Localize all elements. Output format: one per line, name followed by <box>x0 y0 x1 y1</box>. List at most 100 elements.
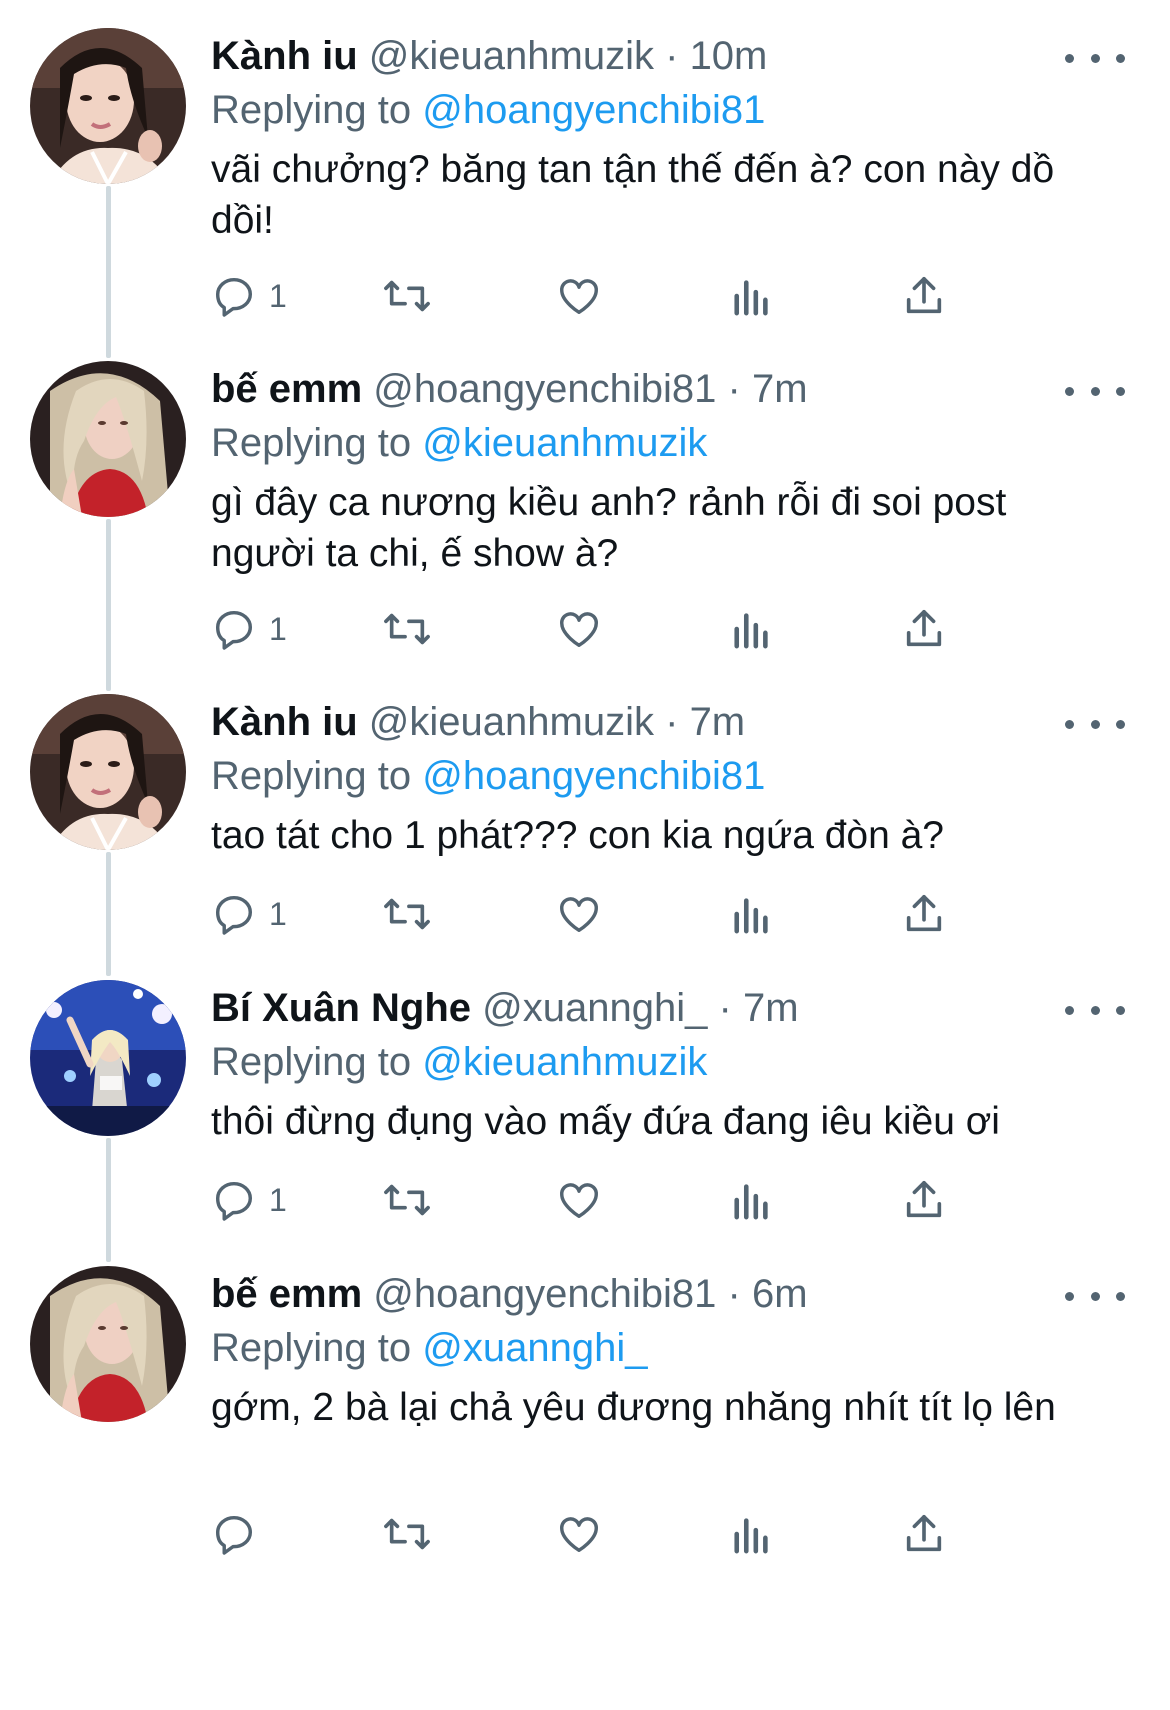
separator-dot: · <box>665 700 679 744</box>
heart-icon <box>560 1183 598 1219</box>
avatar[interactable] <box>30 28 186 184</box>
tweet[interactable]: bế emm @hoangyenchibi81 · 6m Replying to… <box>0 1266 1170 1710</box>
reply-icon <box>215 277 253 317</box>
timestamp[interactable]: 7m <box>752 367 808 411</box>
retweet-icon <box>384 898 430 930</box>
analytics-icon <box>734 613 768 649</box>
avatar-photo-icon <box>30 980 186 1136</box>
tweet[interactable]: bế emm @hoangyenchibi81 · 7m Replying to… <box>0 361 1170 691</box>
tweet-content: Kành iu @kieuanhmuzik · 10m Replying to … <box>211 28 1131 246</box>
user-handle[interactable]: @xuannghi_ <box>482 986 707 1030</box>
share-button[interactable] <box>901 1170 947 1230</box>
retweet-button[interactable] <box>381 266 433 326</box>
like-button[interactable] <box>556 599 602 659</box>
tweet-actions <box>211 1504 1051 1564</box>
reply-button[interactable] <box>211 1504 269 1564</box>
retweet-icon <box>384 613 430 645</box>
user-handle[interactable]: @hoangyenchibi81 <box>373 1272 716 1316</box>
analytics-button[interactable] <box>731 884 773 944</box>
replying-label: Replying to <box>211 754 412 798</box>
analytics-button[interactable] <box>731 1504 773 1564</box>
avatar[interactable] <box>30 361 186 517</box>
retweet-button[interactable] <box>381 599 433 659</box>
like-button[interactable] <box>556 884 602 944</box>
analytics-icon <box>734 280 768 316</box>
share-button[interactable] <box>901 884 947 944</box>
reply-icon <box>215 1515 253 1555</box>
analytics-icon <box>734 898 768 934</box>
tweet-text: thôi đừng đụng vào mấy đứa đang iêu kiều… <box>211 1100 1000 1143</box>
replying-to-handle[interactable]: @kieuanhmuzik <box>422 1040 707 1084</box>
reply-button[interactable]: 1 <box>211 1170 287 1230</box>
reply-count: 1 <box>269 895 287 932</box>
tweet-actions: 1 <box>211 599 1051 659</box>
replying-to-handle[interactable]: @hoangyenchibi81 <box>422 88 765 132</box>
tweet[interactable]: Kành iu @kieuanhmuzik · 7m Replying to @… <box>0 694 1170 974</box>
timestamp[interactable]: 7m <box>690 700 746 744</box>
separator-dot: · <box>727 367 741 411</box>
more-options-icon[interactable] <box>1065 1284 1125 1308</box>
tweet-text: gớm, 2 bà lại chả yêu đương nhăng nhít t… <box>211 1386 1056 1429</box>
tweet[interactable]: Bí Xuân Nghe @xuannghi_ · 7m Replying to… <box>0 980 1170 1260</box>
display-name[interactable]: Kành iu <box>211 700 358 744</box>
avatar[interactable] <box>30 980 186 1136</box>
replying-to-handle[interactable]: @hoangyenchibi81 <box>422 754 765 798</box>
reply-button[interactable]: 1 <box>211 884 287 944</box>
share-icon <box>906 1514 942 1552</box>
retweet-button[interactable] <box>381 1170 433 1230</box>
tweet-text: gì đây ca nương kiều anh? rảnh rỗi đi so… <box>211 481 1007 575</box>
avatar[interactable] <box>30 694 186 850</box>
tweet-content: Kành iu @kieuanhmuzik · 7m Replying to @… <box>211 694 1131 861</box>
like-button[interactable] <box>556 266 602 326</box>
display-name[interactable]: bế emm <box>211 1272 362 1316</box>
more-options-icon[interactable] <box>1065 712 1125 736</box>
share-button[interactable] <box>901 266 947 326</box>
retweet-icon <box>384 1518 430 1550</box>
user-handle[interactable]: @kieuanhmuzik <box>369 34 654 78</box>
display-name[interactable]: bế emm <box>211 367 362 411</box>
retweet-button[interactable] <box>381 1504 433 1564</box>
reply-button[interactable]: 1 <box>211 599 287 659</box>
replying-to-handle[interactable]: @xuannghi_ <box>422 1326 647 1370</box>
replying-to-handle[interactable]: @kieuanhmuzik <box>422 421 707 465</box>
analytics-icon <box>734 1184 768 1220</box>
timestamp[interactable]: 7m <box>743 986 799 1030</box>
share-button[interactable] <box>901 1504 947 1564</box>
more-options-icon[interactable] <box>1065 998 1125 1022</box>
retweet-button[interactable] <box>381 884 433 944</box>
avatar-photo-icon <box>30 1266 186 1422</box>
tweet-content: bế emm @hoangyenchibi81 · 7m Replying to… <box>211 361 1131 579</box>
share-icon <box>906 609 942 647</box>
reply-button[interactable]: 1 <box>211 266 287 326</box>
more-options-icon[interactable] <box>1065 379 1125 403</box>
separator-dot: · <box>718 986 732 1030</box>
tweet-header: Kành iu @kieuanhmuzik · 7m <box>211 694 1131 750</box>
display-name[interactable]: Kành iu <box>211 34 358 78</box>
analytics-button[interactable] <box>731 599 773 659</box>
like-button[interactable] <box>556 1170 602 1230</box>
reply-icon <box>215 1181 253 1221</box>
retweet-icon <box>384 280 430 312</box>
reply-icon <box>215 610 253 650</box>
avatar[interactable] <box>30 1266 186 1422</box>
tweet-content: bế emm @hoangyenchibi81 · 6m Replying to… <box>211 1266 1131 1433</box>
tweet[interactable]: Kành iu @kieuanhmuzik · 10m Replying to … <box>0 28 1170 358</box>
replying-to: Replying to @kieuanhmuzik <box>211 417 1131 469</box>
reply-count: 1 <box>269 610 287 647</box>
analytics-button[interactable] <box>731 1170 773 1230</box>
more-options-icon[interactable] <box>1065 46 1125 70</box>
analytics-button[interactable] <box>731 266 773 326</box>
share-button[interactable] <box>901 599 947 659</box>
reply-count: 1 <box>269 1181 287 1218</box>
tweet-actions: 1 <box>211 266 1051 326</box>
user-handle[interactable]: @kieuanhmuzik <box>369 700 654 744</box>
heart-icon <box>560 612 598 648</box>
tweet-actions: 1 <box>211 884 1051 944</box>
replying-to: Replying to @kieuanhmuzik <box>211 1036 1131 1088</box>
user-handle[interactable]: @hoangyenchibi81 <box>373 367 716 411</box>
tweet-header: bế emm @hoangyenchibi81 · 6m <box>211 1266 1131 1322</box>
timestamp[interactable]: 10m <box>690 34 768 78</box>
like-button[interactable] <box>556 1504 602 1564</box>
display-name[interactable]: Bí Xuân Nghe <box>211 986 471 1030</box>
timestamp[interactable]: 6m <box>752 1272 808 1316</box>
